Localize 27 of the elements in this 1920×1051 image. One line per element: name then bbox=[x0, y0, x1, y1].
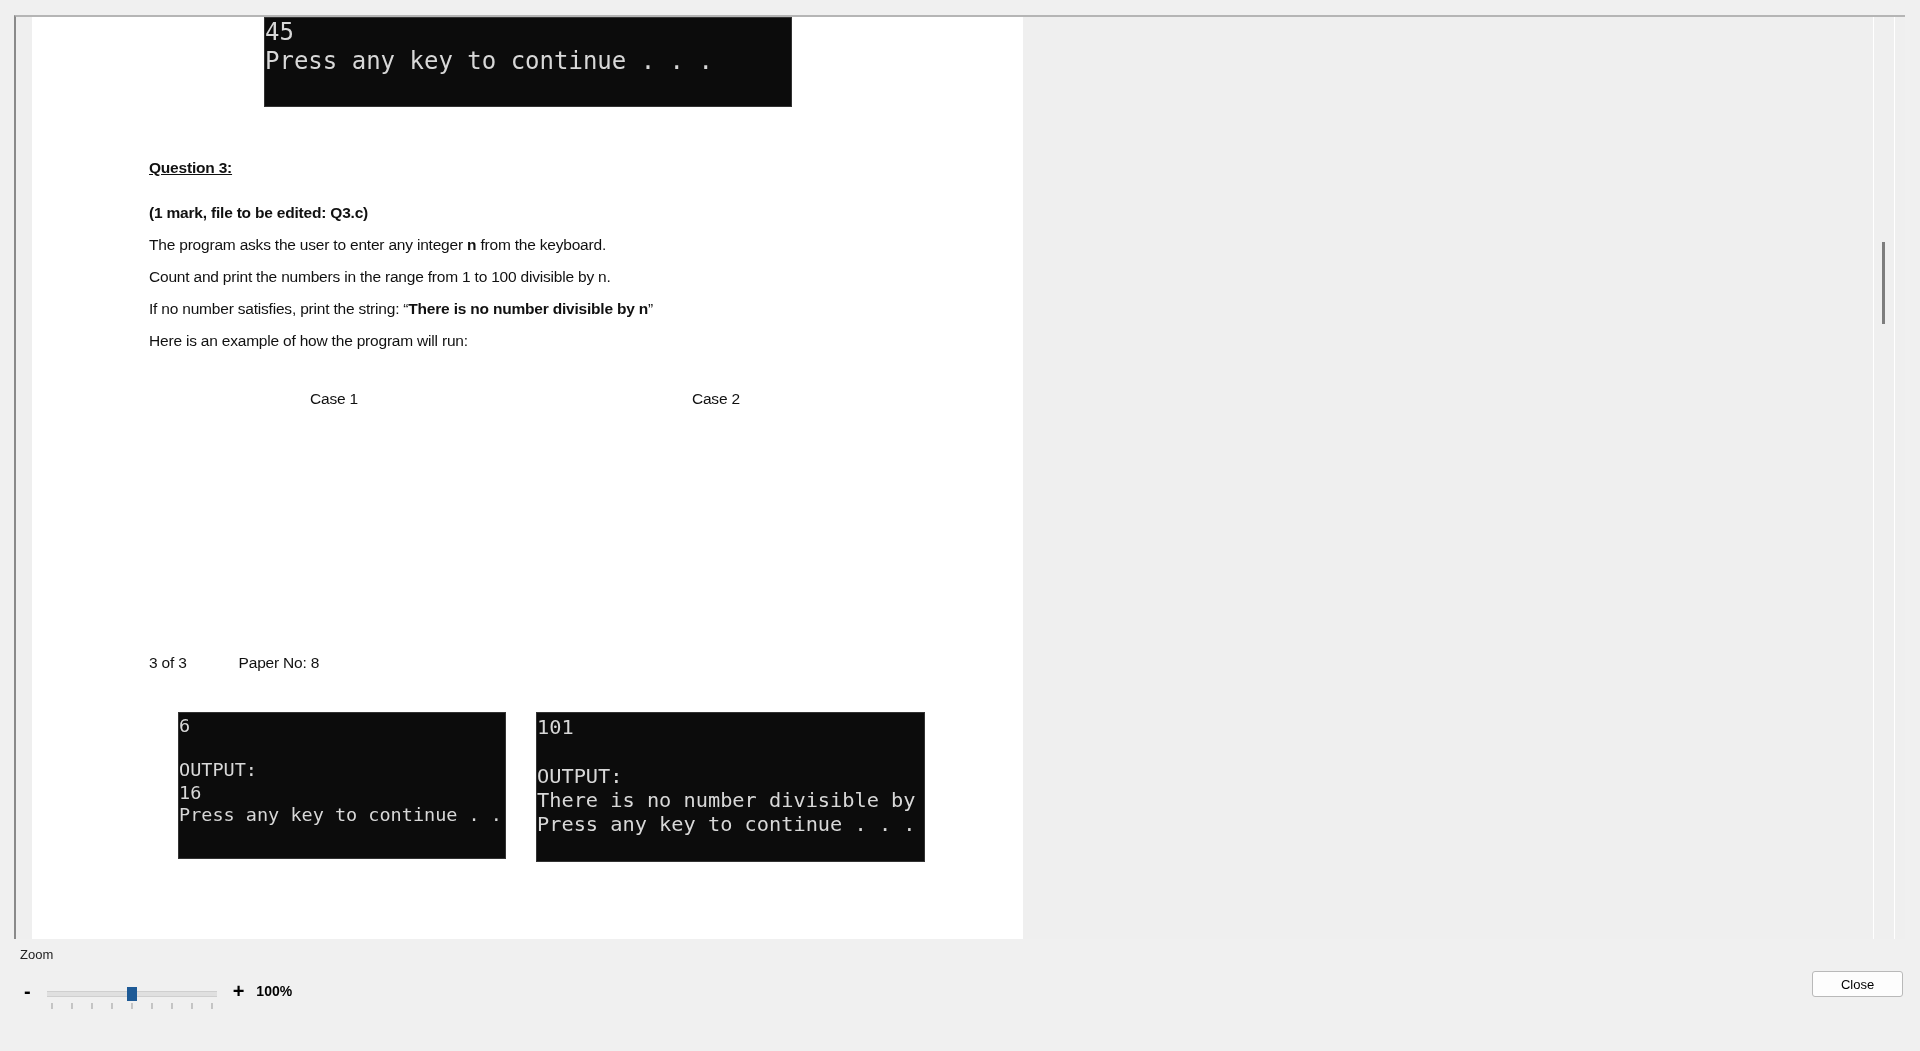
terminal-line: Press any key to continue . . . bbox=[537, 812, 916, 837]
terminal-line: 45 bbox=[265, 18, 294, 47]
zoom-out-button[interactable]: - bbox=[20, 979, 35, 1003]
terminal-line: 16 bbox=[179, 781, 202, 804]
paragraph: Count and print the numbers in the range from 1 to 100 divisible by n. bbox=[149, 268, 611, 286]
paragraph: If no number satisfies, print the string: “There is no number divisible by n” bbox=[149, 300, 654, 318]
terminal-line: 6 bbox=[179, 715, 191, 738]
slider-thumb[interactable] bbox=[126, 987, 137, 1001]
terminal-line: OUTPUT: bbox=[179, 759, 257, 782]
scrollbar-thumb[interactable] bbox=[1882, 242, 1885, 324]
zoom-in-button[interactable]: + bbox=[228, 979, 249, 1003]
terminal-line: Press any key to continue . . bbox=[179, 803, 502, 826]
terminal-line: Press any key to continue . . . bbox=[265, 46, 713, 76]
terminal-line: 101 bbox=[537, 715, 574, 740]
case-label: Case 2 bbox=[691, 390, 740, 408]
page-number: 3 of 3 bbox=[149, 654, 187, 672]
paragraph: The program asks the user to enter any integer n from the keyboard. bbox=[149, 236, 607, 254]
case-label: Case 1 bbox=[310, 390, 358, 408]
zoom-label: Zoom bbox=[20, 947, 54, 962]
question-title: Question 3: bbox=[149, 159, 233, 177]
question-subtitle: (1 mark, file to be edited: Q3.c) bbox=[149, 204, 369, 222]
paragraph: Here is an example of how the program will run: bbox=[149, 332, 468, 350]
zoom-value: 100% bbox=[256, 983, 293, 999]
terminal-line: OUTPUT: bbox=[537, 763, 623, 789]
terminal-line: There is no number divisible by bbox=[537, 788, 916, 813]
close-button[interactable]: Close bbox=[1812, 971, 1903, 997]
paper-number: Paper No: 8 bbox=[238, 654, 320, 672]
